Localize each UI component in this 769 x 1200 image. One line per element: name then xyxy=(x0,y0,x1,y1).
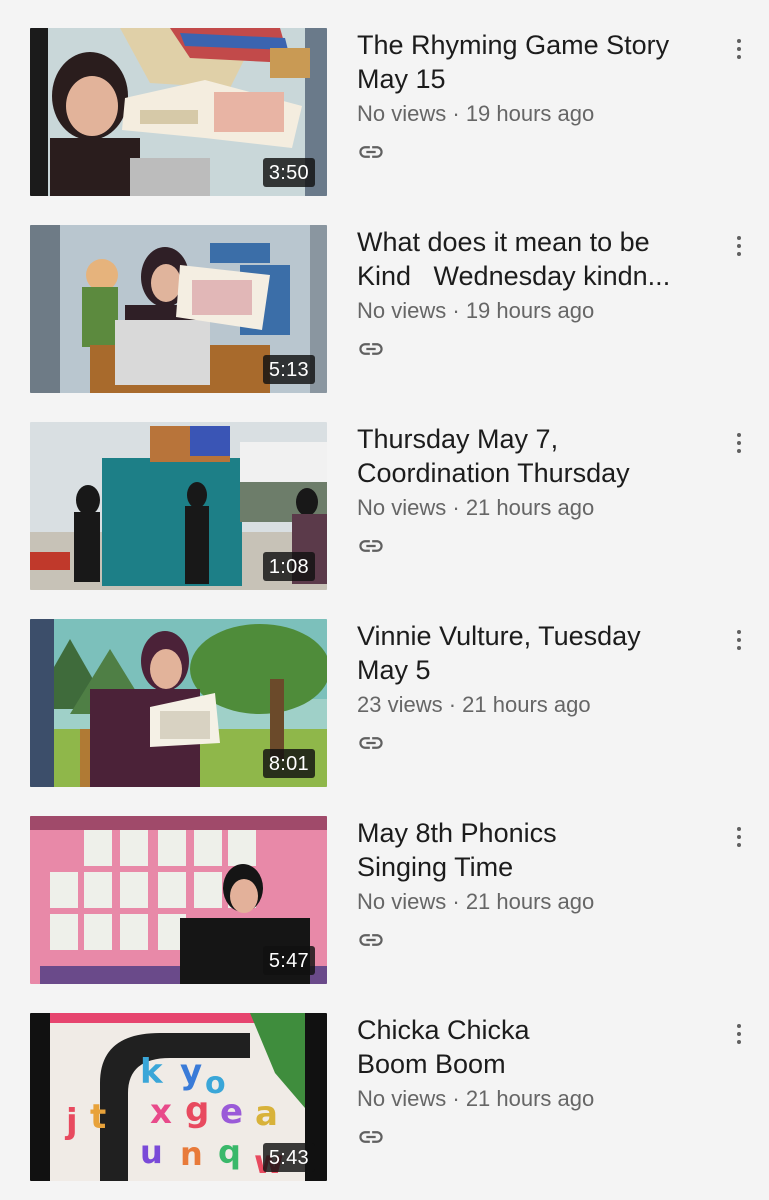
video-title[interactable]: Chicka Chicka Boom Boom xyxy=(357,1013,697,1081)
duration-badge: 1:08 xyxy=(262,552,315,581)
link-icon xyxy=(359,934,383,946)
duration-badge: 5:43 xyxy=(262,1143,315,1172)
video-meta: What does it mean to be Kind Wednesday k… xyxy=(357,225,697,363)
duration-badge: 8:01 xyxy=(262,749,315,778)
svg-text:k: k xyxy=(140,1052,164,1092)
video-thumbnail[interactable]: 5:47 xyxy=(30,816,327,984)
link-icon xyxy=(359,737,383,749)
duration-badge: 3:50 xyxy=(262,158,315,187)
view-count: No views xyxy=(357,1086,447,1111)
svg-text:x: x xyxy=(150,1092,172,1132)
upload-age: 21 hours ago xyxy=(462,692,591,717)
video-meta: Chicka Chicka Boom Boom No views · 21 ho… xyxy=(357,1013,697,1151)
view-count: No views xyxy=(357,101,447,126)
video-thumbnail[interactable]: 1:08 xyxy=(30,422,327,590)
video-stats: No views · 19 hours ago xyxy=(357,296,697,326)
svg-text:g: g xyxy=(185,1090,209,1130)
video-thumbnail[interactable]: 5:13 xyxy=(30,225,327,393)
video-thumbnail[interactable]: 8:01 xyxy=(30,619,327,787)
duration-badge: 5:47 xyxy=(262,946,315,975)
video-item[interactable]: 5:47 May 8th Phonics Singing Time No vie… xyxy=(0,816,769,986)
video-thumbnail[interactable]: 3:50 xyxy=(30,28,327,196)
video-meta: The Rhyming Game Story May 15 No views ·… xyxy=(357,28,697,166)
separator: · xyxy=(446,889,466,914)
video-item[interactable]: 5:13 What does it mean to be Kind Wednes… xyxy=(0,225,769,395)
video-item[interactable]: 1:08 Thursday May 7, Coordination Thursd… xyxy=(0,422,769,592)
video-list: 3:50 The Rhyming Game Story May 15 No vi… xyxy=(0,0,769,1200)
upload-age: 21 hours ago xyxy=(465,1086,595,1111)
video-title[interactable]: May 8th Phonics Singing Time xyxy=(357,816,697,884)
video-item[interactable]: 3:50 The Rhyming Game Story May 15 No vi… xyxy=(0,28,769,198)
video-meta: Vinnie Vulture, Tuesday May 5 23 views ·… xyxy=(357,619,697,757)
svg-text:y: y xyxy=(180,1052,202,1092)
upload-age: 21 hours ago xyxy=(465,495,595,520)
video-stats: No views · 19 hours ago xyxy=(357,99,697,129)
video-stats: No views · 21 hours ago xyxy=(357,1084,697,1114)
upload-age: 19 hours ago xyxy=(465,298,595,323)
video-thumbnail[interactable]: k y o j t x g e a u n q w 5:43 xyxy=(30,1013,327,1181)
more-vert-icon[interactable] xyxy=(726,34,752,64)
link-icon xyxy=(359,1131,383,1143)
view-count: No views xyxy=(357,889,447,914)
separator: · xyxy=(446,495,466,520)
more-vert-icon[interactable] xyxy=(726,625,752,655)
more-vert-icon[interactable] xyxy=(726,1019,752,1049)
video-title[interactable]: The Rhyming Game Story May 15 xyxy=(357,28,697,96)
link-icon xyxy=(359,146,383,158)
video-stats: No views · 21 hours ago xyxy=(357,887,697,917)
more-vert-icon[interactable] xyxy=(726,822,752,852)
more-vert-icon[interactable] xyxy=(726,231,752,261)
video-meta: Thursday May 7, Coordination Thursday No… xyxy=(357,422,697,560)
separator: · xyxy=(442,692,463,717)
svg-text:j: j xyxy=(64,1102,78,1142)
video-stats: 23 views · 21 hours ago xyxy=(357,690,697,720)
link-icon xyxy=(359,540,383,552)
separator: · xyxy=(446,298,466,323)
upload-age: 19 hours ago xyxy=(465,101,595,126)
separator: · xyxy=(446,101,466,126)
video-title[interactable]: Vinnie Vulture, Tuesday May 5 xyxy=(357,619,697,687)
view-count: No views xyxy=(357,495,447,520)
video-title[interactable]: Thursday May 7, Coordination Thursday xyxy=(357,422,697,490)
more-vert-icon[interactable] xyxy=(726,428,752,458)
svg-text:a: a xyxy=(255,1094,278,1134)
svg-text:n: n xyxy=(180,1135,203,1173)
video-meta: May 8th Phonics Singing Time No views · … xyxy=(357,816,697,954)
upload-age: 21 hours ago xyxy=(465,889,595,914)
video-title[interactable]: What does it mean to be Kind Wednesday k… xyxy=(357,225,697,293)
svg-text:q: q xyxy=(218,1133,241,1171)
video-item[interactable]: k y o j t x g e a u n q w 5:43 Chicka Ch… xyxy=(0,1013,769,1183)
svg-text:e: e xyxy=(220,1092,243,1132)
video-stats: No views · 21 hours ago xyxy=(357,493,697,523)
video-item[interactable]: 8:01 Vinnie Vulture, Tuesday May 5 23 vi… xyxy=(0,619,769,789)
view-count: 23 views xyxy=(357,692,443,717)
svg-text:u: u xyxy=(140,1133,163,1171)
view-count: No views xyxy=(357,298,447,323)
link-icon xyxy=(359,343,383,355)
duration-badge: 5:13 xyxy=(262,355,315,384)
separator: · xyxy=(446,1086,466,1111)
svg-text:t: t xyxy=(90,1097,106,1137)
